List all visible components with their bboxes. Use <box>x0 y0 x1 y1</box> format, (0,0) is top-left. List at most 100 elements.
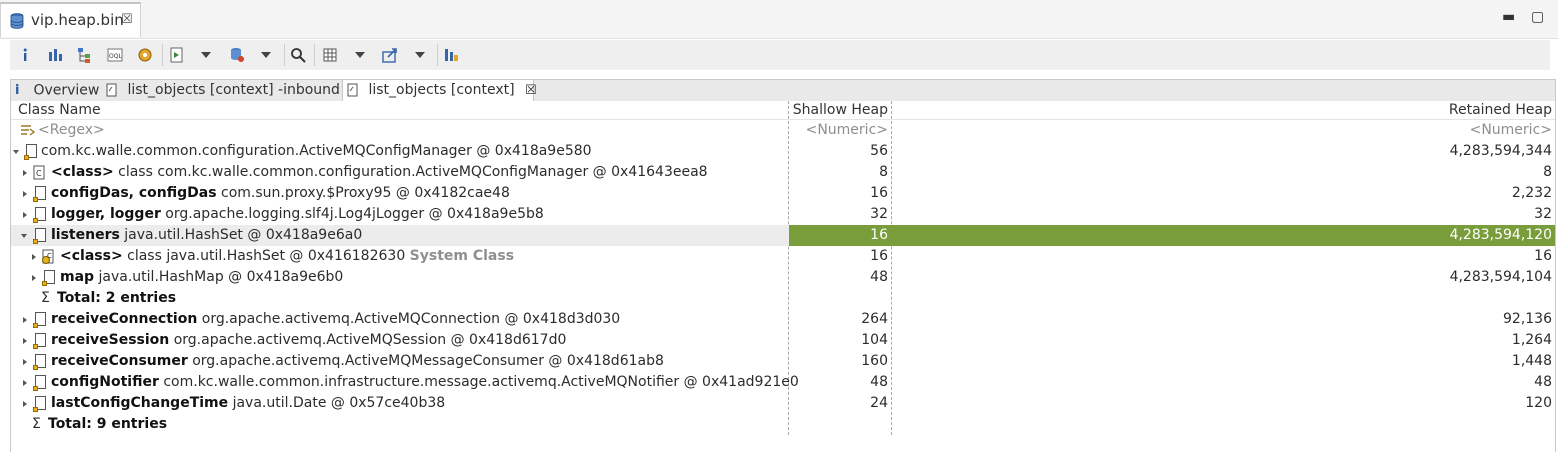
sigma-icon: Σ <box>32 416 41 432</box>
retained-heap-value: 1,264 <box>1511 332 1552 348</box>
table-row[interactable]: lastConfigChangeTime java.util.Date @ 0x… <box>11 393 1555 414</box>
list-objects-icon <box>106 83 117 97</box>
column-header-shallow-heap[interactable]: Shallow Heap <box>789 101 891 120</box>
field-name: configDas, configDas <box>51 185 217 201</box>
table-row[interactable]: receiveSession org.apache.activemq.Activ… <box>11 330 1555 351</box>
table-row-selected[interactable]: listeners java.util.HashSet @ 0x418a9e6a… <box>11 225 1555 246</box>
total-label: Total: 2 entries <box>57 290 177 306</box>
object-table: Class Name Shallow Heap Retained Heap <R… <box>10 101 1556 452</box>
expand-icon[interactable] <box>23 338 27 344</box>
close-icon[interactable]: ☒ <box>121 12 133 27</box>
tab-overview[interactable]: i Overview <box>15 80 99 101</box>
histogram-icon[interactable] <box>46 46 64 64</box>
retained-heap-value: 4,283,594,104 <box>1449 269 1552 285</box>
retained-heap-value: 92,136 <box>1503 311 1552 327</box>
field-name: receiveSession <box>51 332 170 348</box>
table-row[interactable]: receiveConsumer org.apache.activemq.Acti… <box>11 351 1555 372</box>
expand-icon[interactable] <box>23 317 27 323</box>
retained-heap-value: 1,448 <box>1511 353 1552 369</box>
tab-list-objects-inbound[interactable]: list_objects [context] -inbound <box>106 80 340 101</box>
expand-icon[interactable] <box>23 191 27 197</box>
expand-icon[interactable] <box>32 254 36 260</box>
retained-heap-value: 48 <box>1534 374 1552 390</box>
editor-tab-heap-dump[interactable]: vip.heap.bin ☒ <box>0 2 141 37</box>
editor-tab-title: vip.heap.bin <box>31 11 124 29</box>
toolbar-separator <box>284 44 285 66</box>
expand-icon[interactable] <box>32 275 36 281</box>
shallow-heap-value: 104 <box>861 332 888 348</box>
close-icon[interactable]: ☒ <box>525 83 537 98</box>
chevron-down-icon[interactable] <box>415 52 425 58</box>
shallow-heap-value: 8 <box>879 164 888 180</box>
chevron-down-icon[interactable] <box>261 52 271 58</box>
group-by-icon[interactable] <box>442 46 460 64</box>
total-row: Σ Total: 9 entries <box>11 414 1555 435</box>
maximize-icon[interactable]: ▢ <box>1531 9 1544 25</box>
table-row[interactable]: map java.util.HashMap @ 0x418a9e6b0 48 4… <box>11 267 1555 288</box>
column-header-retained-heap[interactable]: Retained Heap <box>892 101 1555 120</box>
table-row[interactable]: configDas, configDas com.sun.proxy.$Prox… <box>11 183 1555 204</box>
object-label: class com.kc.walle.common.configuration.… <box>113 164 708 180</box>
chevron-down-icon[interactable] <box>201 52 211 58</box>
field-name: configNotifier <box>51 374 159 390</box>
export-icon[interactable] <box>381 46 399 64</box>
retained-filter-input[interactable]: <Numeric> <box>1470 120 1552 141</box>
shallow-heap-value: 160 <box>861 353 888 369</box>
total-row: Σ Total: 2 entries <box>11 288 1555 309</box>
svg-text:C: C <box>47 252 52 260</box>
selection-highlight <box>789 225 1555 246</box>
run-report-icon[interactable] <box>168 46 186 64</box>
shallow-filter-input[interactable]: <Numeric> <box>806 120 888 141</box>
table-row[interactable]: receiveConnection org.apache.activemq.Ac… <box>11 309 1555 330</box>
field-name: <class> <box>60 248 123 264</box>
tab-label: list_objects [context] -inbound <box>127 82 340 98</box>
field-name: receiveConnection <box>51 311 198 327</box>
collapse-icon[interactable] <box>21 234 27 238</box>
retained-heap-value: 16 <box>1534 248 1552 264</box>
info-icon[interactable] <box>16 46 34 64</box>
object-icon <box>33 207 46 223</box>
expand-icon[interactable] <box>23 380 27 386</box>
table-row[interactable]: C <class> class java.util.HashSet @ 0x41… <box>11 246 1555 267</box>
svg-text:OQL: OQL <box>109 53 122 60</box>
shallow-heap-value: 16 <box>870 248 888 264</box>
chevron-down-icon[interactable] <box>355 52 365 58</box>
database-icon <box>10 13 24 29</box>
column-header-class-name[interactable]: Class Name <box>11 101 788 120</box>
object-icon <box>33 312 46 328</box>
expand-icon[interactable] <box>23 359 27 365</box>
retained-heap-value: 2,232 <box>1511 185 1552 201</box>
object-label: com.sun.proxy.$Proxy95 @ 0x4182cae48 <box>216 185 510 201</box>
table-row[interactable]: logger, logger org.apache.logging.slf4j.… <box>11 204 1555 225</box>
object-icon <box>33 228 46 244</box>
toolbar-separator <box>437 44 438 66</box>
table-row[interactable]: configNotifier com.kc.walle.common.infra… <box>11 372 1555 393</box>
tab-list-objects[interactable]: list_objects [context] ☒ <box>342 80 537 102</box>
expand-icon[interactable] <box>23 401 27 407</box>
retained-heap-value: 8 <box>1543 164 1552 180</box>
system-class-tag: System Class <box>409 248 515 264</box>
info-icon: i <box>15 83 20 98</box>
object-label: com.kc.walle.common.infrastructure.messa… <box>158 374 799 390</box>
object-icon <box>24 144 37 160</box>
object-icon <box>33 396 46 412</box>
heap-calc-icon[interactable] <box>321 46 339 64</box>
thread-overview-icon[interactable] <box>136 46 154 64</box>
dominator-tree-icon[interactable] <box>76 46 94 64</box>
shallow-heap-value: 32 <box>870 206 888 222</box>
table-row[interactable]: com.kc.walle.common.configuration.Active… <box>11 141 1555 162</box>
minimize-icon[interactable]: ▬ <box>1502 9 1515 25</box>
query-browser-icon[interactable] <box>228 46 246 64</box>
search-icon[interactable] <box>289 46 307 64</box>
object-icon <box>33 375 46 391</box>
regex-filter-input[interactable]: <Regex> <box>38 120 105 141</box>
shallow-heap-value: 56 <box>870 143 888 159</box>
oql-icon[interactable]: OQL <box>106 46 124 64</box>
expand-icon[interactable] <box>23 170 27 176</box>
collapse-icon[interactable] <box>13 150 19 154</box>
field-name: map <box>60 269 95 285</box>
object-label: org.apache.activemq.ActiveMQSession @ 0x… <box>169 332 567 348</box>
table-row[interactable]: C <class> class com.kc.walle.common.conf… <box>11 162 1555 183</box>
expand-icon[interactable] <box>23 212 27 218</box>
retained-heap-value: 4,283,594,344 <box>1449 143 1552 159</box>
